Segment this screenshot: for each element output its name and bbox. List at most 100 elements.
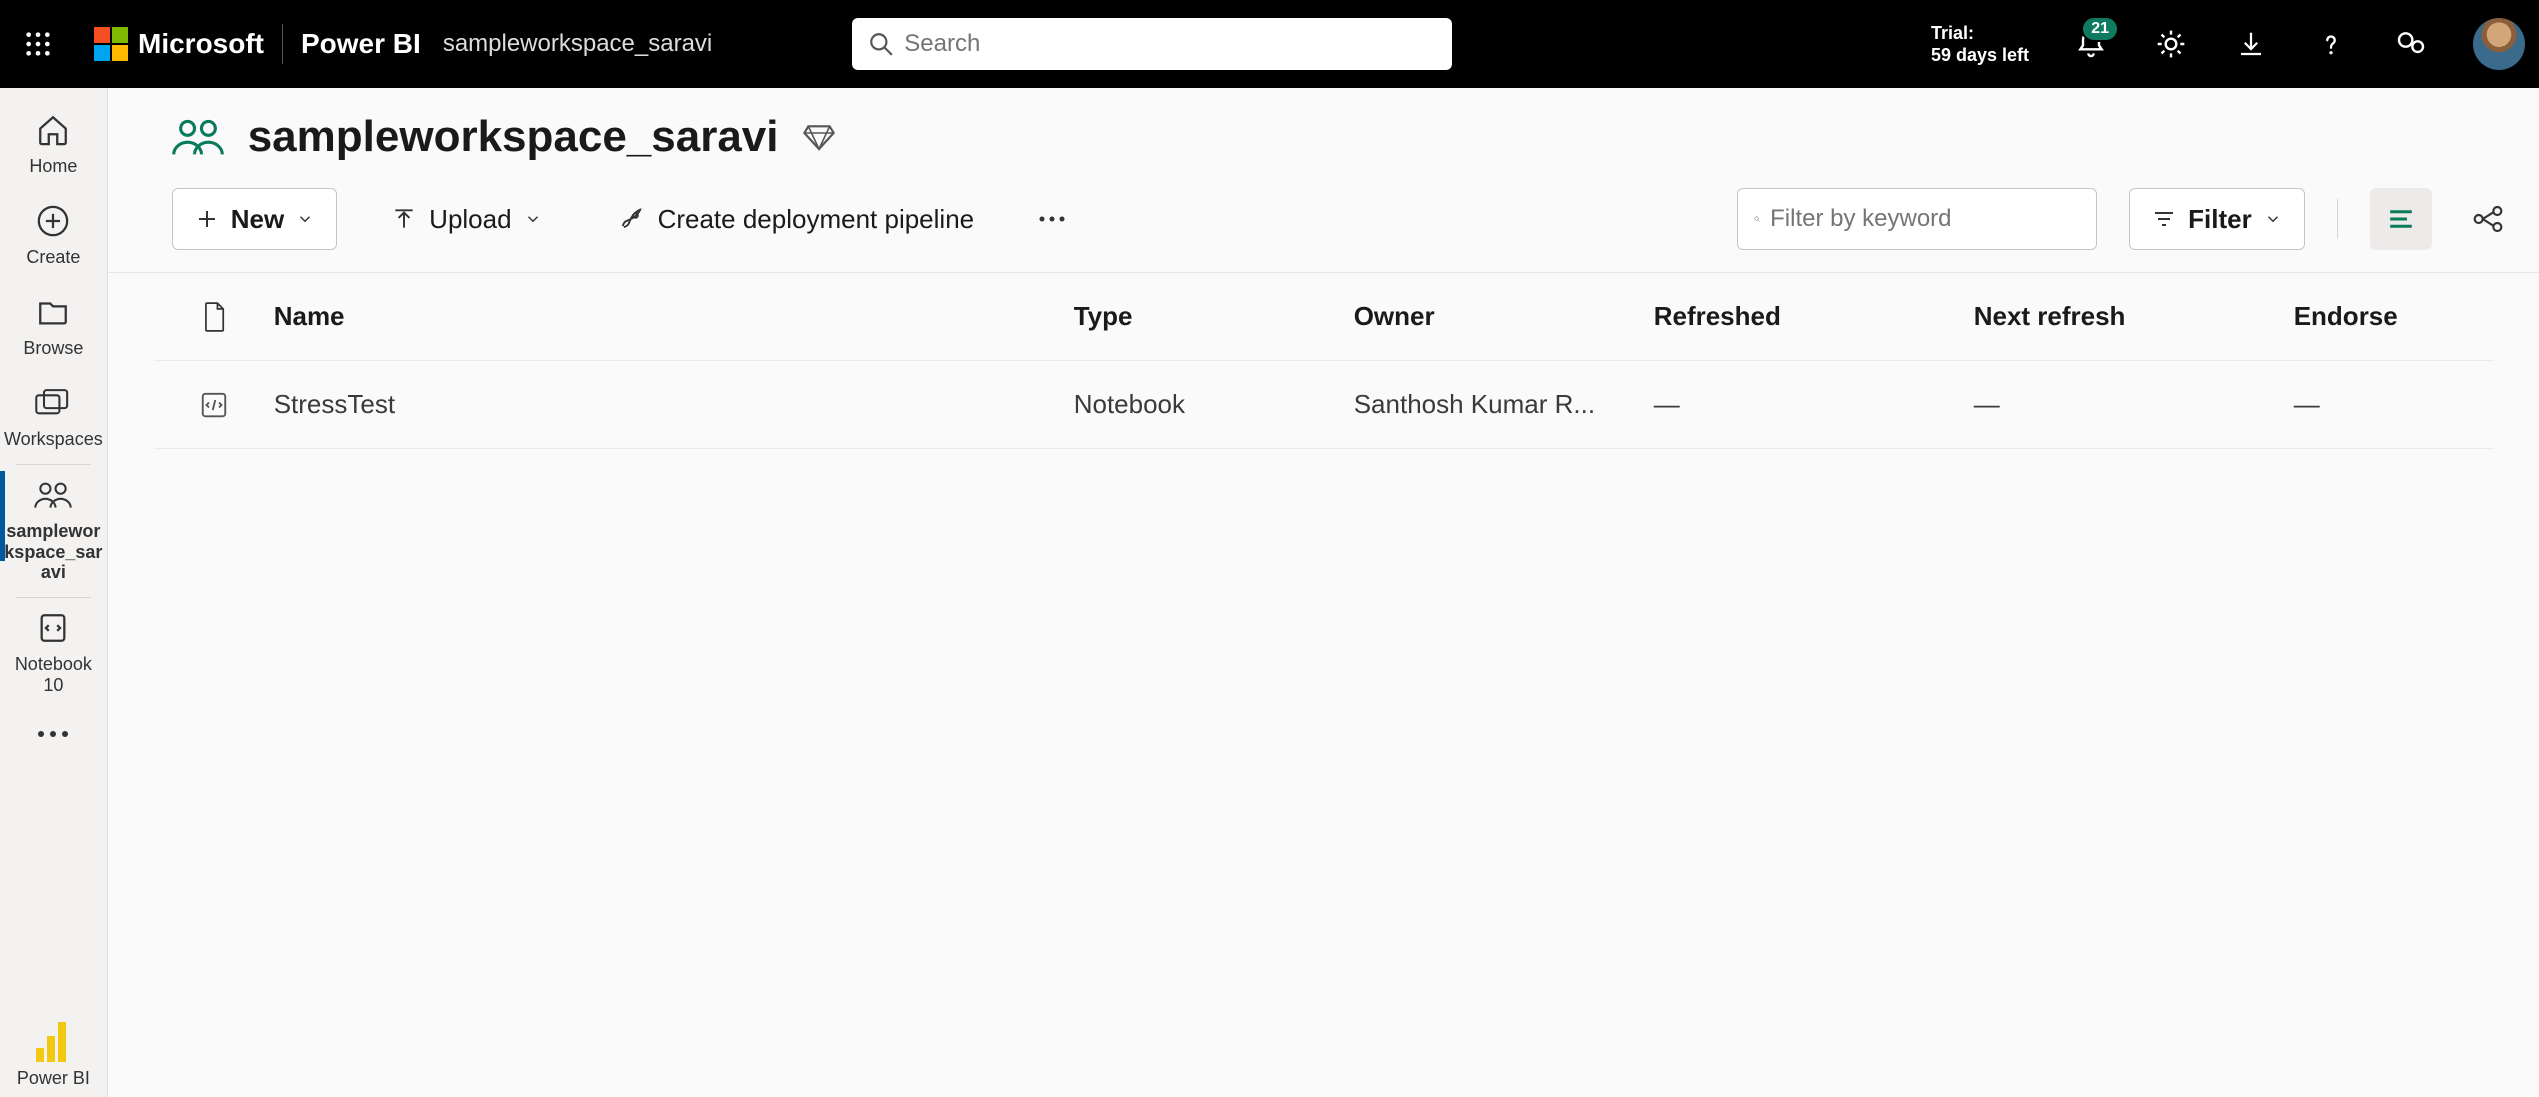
help-button[interactable] bbox=[2313, 26, 2349, 62]
row-nextrefresh: — bbox=[1974, 389, 2294, 420]
settings-button[interactable] bbox=[2153, 26, 2189, 62]
row-name: StressTest bbox=[274, 389, 1074, 420]
col-owner[interactable]: Owner bbox=[1354, 301, 1654, 332]
list-view-toggle[interactable] bbox=[2370, 188, 2432, 250]
row-endorse: — bbox=[2294, 389, 2494, 420]
filter-button[interactable]: Filter bbox=[2129, 188, 2305, 250]
account-avatar[interactable] bbox=[2473, 18, 2525, 70]
chevron-down-icon bbox=[296, 210, 314, 228]
plus-icon bbox=[195, 207, 219, 231]
search-icon bbox=[1754, 207, 1760, 231]
rail-powerbi[interactable]: Power BI bbox=[0, 1022, 107, 1097]
rail-notebook[interactable]: Notebook 10 bbox=[0, 598, 107, 710]
help-icon bbox=[2316, 29, 2346, 59]
create-pipeline-button[interactable]: Create deployment pipeline bbox=[596, 188, 997, 250]
trial-label: Trial: bbox=[1931, 22, 2029, 45]
main-content: sampleworkspace_saravi New Upload Create… bbox=[108, 88, 2539, 1097]
rail-browse-label: Browse bbox=[23, 338, 83, 359]
rail-workspaces-label: Workspaces bbox=[4, 429, 103, 450]
rail-create-label: Create bbox=[26, 247, 80, 268]
notifications-button[interactable]: 21 bbox=[2073, 26, 2109, 62]
filter-button-label: Filter bbox=[2188, 204, 2252, 235]
header-divider bbox=[282, 24, 283, 64]
notification-count-badge: 21 bbox=[2081, 16, 2119, 42]
rail-workspaces[interactable]: Workspaces bbox=[0, 373, 107, 464]
global-search-input[interactable] bbox=[904, 30, 1436, 58]
rail-current-workspace-label: sampleworkspace_saravi bbox=[4, 521, 103, 583]
ellipsis-icon bbox=[35, 728, 71, 740]
notebook-icon bbox=[33, 608, 73, 648]
upload-button[interactable]: Upload bbox=[369, 188, 563, 250]
row-type-icon bbox=[154, 390, 274, 420]
rail-browse[interactable]: Browse bbox=[0, 282, 107, 373]
new-button[interactable]: New bbox=[172, 188, 337, 250]
microsoft-brand-text: Microsoft bbox=[138, 28, 264, 60]
create-pipeline-label: Create deployment pipeline bbox=[658, 204, 975, 235]
left-nav-rail: Home Create Browse Workspaces samp bbox=[0, 88, 108, 1097]
header-workspace-name: sampleworkspace_saravi bbox=[443, 30, 712, 58]
chevron-down-icon bbox=[524, 210, 542, 228]
powerbi-logo-icon bbox=[36, 1022, 70, 1062]
document-icon bbox=[202, 302, 226, 332]
feedback-button[interactable] bbox=[2393, 26, 2429, 62]
workspaces-icon bbox=[33, 383, 73, 423]
filter-icon bbox=[2152, 207, 2176, 231]
col-endorse[interactable]: Endorse bbox=[2294, 301, 2494, 332]
rocket-icon bbox=[618, 205, 646, 233]
row-type: Notebook bbox=[1074, 389, 1354, 420]
product-name[interactable]: Power BI bbox=[301, 28, 421, 60]
ellipsis-icon bbox=[1037, 214, 1067, 224]
rail-current-workspace[interactable]: sampleworkspace_saravi bbox=[0, 465, 107, 597]
workspace-header: sampleworkspace_saravi bbox=[108, 88, 2539, 166]
header-right: Trial: 59 days left 21 bbox=[1931, 18, 2525, 70]
premium-diamond-icon[interactable] bbox=[803, 121, 835, 153]
workspace-toolbar: New Upload Create deployment pipeline bbox=[108, 166, 2539, 273]
global-search[interactable] bbox=[852, 18, 1452, 70]
col-type[interactable]: Type bbox=[1074, 301, 1354, 332]
row-owner: Santhosh Kumar R... bbox=[1354, 389, 1654, 420]
home-icon bbox=[33, 110, 73, 150]
row-refreshed: — bbox=[1654, 389, 1974, 420]
table-row[interactable]: StressTest Notebook Santhosh Kumar R... … bbox=[154, 361, 2494, 449]
page-body: Home Create Browse Workspaces samp bbox=[0, 88, 2539, 1097]
download-icon bbox=[2236, 29, 2266, 59]
waffle-icon bbox=[24, 30, 52, 58]
rail-home-label: Home bbox=[29, 156, 77, 177]
upload-button-label: Upload bbox=[429, 204, 511, 235]
table-header-row: Name Type Owner Refreshed Next refresh E… bbox=[154, 273, 2494, 361]
rail-more-button[interactable] bbox=[35, 728, 71, 740]
search-icon bbox=[868, 31, 894, 57]
lineage-icon bbox=[2472, 203, 2504, 235]
people-icon bbox=[33, 475, 73, 515]
rail-notebook-label: Notebook 10 bbox=[4, 654, 103, 696]
col-icon[interactable] bbox=[154, 302, 274, 332]
workspace-people-icon bbox=[172, 115, 224, 159]
toolbar-divider bbox=[2337, 199, 2338, 239]
microsoft-brand[interactable]: Microsoft bbox=[94, 27, 264, 61]
rail-powerbi-label: Power BI bbox=[17, 1068, 90, 1089]
col-nextrefresh[interactable]: Next refresh bbox=[1974, 301, 2294, 332]
app-launcher-button[interactable] bbox=[14, 20, 62, 68]
upload-icon bbox=[391, 206, 417, 232]
filter-keyword-wrap[interactable] bbox=[1737, 188, 2097, 250]
rail-home[interactable]: Home bbox=[0, 100, 107, 191]
download-button[interactable] bbox=[2233, 26, 2269, 62]
create-icon bbox=[33, 201, 73, 241]
browse-icon bbox=[33, 292, 73, 332]
lineage-view-button[interactable] bbox=[2464, 195, 2512, 243]
microsoft-logo-icon bbox=[94, 27, 128, 61]
trial-status[interactable]: Trial: 59 days left bbox=[1931, 22, 2029, 67]
col-refreshed[interactable]: Refreshed bbox=[1654, 301, 1974, 332]
list-view-icon bbox=[2386, 207, 2416, 231]
chevron-down-icon bbox=[2264, 210, 2282, 228]
filter-keyword-input[interactable] bbox=[1770, 205, 2080, 233]
new-button-label: New bbox=[231, 204, 284, 235]
notebook-item-icon bbox=[199, 390, 229, 420]
toolbar-more-button[interactable] bbox=[1028, 195, 1076, 243]
top-header: Microsoft Power BI sampleworkspace_sarav… bbox=[0, 0, 2539, 88]
trial-remaining: 59 days left bbox=[1931, 44, 2029, 67]
rail-create[interactable]: Create bbox=[0, 191, 107, 282]
col-name[interactable]: Name bbox=[274, 301, 1074, 332]
content-table: Name Type Owner Refreshed Next refresh E… bbox=[108, 273, 2539, 449]
workspace-title: sampleworkspace_saravi bbox=[248, 112, 779, 162]
